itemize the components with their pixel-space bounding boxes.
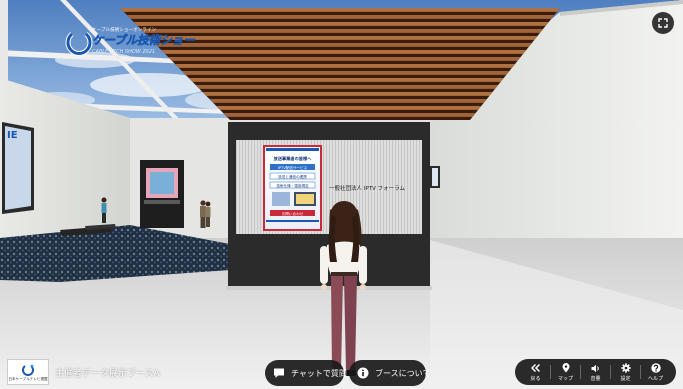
wall-sign-text: IE — [7, 130, 18, 141]
chat-question-button[interactable]: チャットで質問 — [265, 360, 347, 386]
volume-label: 音量 — [590, 376, 601, 382]
booth-poster[interactable]: 放送事業者の皆様へ IPTV配信サービス 放送と通信の連携 技術仕様・運用規定 … — [263, 145, 322, 231]
organizer-logo: 日本ケーブルテレビ連盟 — [7, 359, 49, 385]
booth-info-button[interactable]: ブースについて — [349, 360, 430, 386]
back-button[interactable]: 戻る — [521, 359, 550, 385]
logo-title: ケーブル技術ショー — [92, 33, 195, 47]
poster-heading: 放送事業者の皆様へ — [273, 155, 313, 162]
virtual-exhibition-viewport[interactable]: IE 放送事業者の皆様へ IPTV配信サービス 放送と通信の連携 技術仕様・運用… — [0, 0, 683, 389]
poster-line4: お問い合わせ — [282, 211, 304, 216]
poster-line1: IPTV配信サービス — [278, 165, 308, 170]
chat-question-label: チャットで質問 — [291, 368, 347, 378]
volume-icon — [591, 362, 601, 374]
poster-line2: 放送と通信の連携 — [278, 174, 307, 179]
fullscreen-button[interactable] — [652, 12, 674, 34]
display-kiosk — [140, 160, 184, 228]
help-button[interactable]: ヘルプ — [641, 359, 670, 385]
help-icon — [650, 362, 661, 374]
settings-label: 設定 — [620, 376, 631, 382]
back-icon — [531, 362, 540, 374]
booth-name: 一般社団法人 IPTV フォーラム — [329, 184, 405, 192]
volume-button[interactable]: 音量 — [581, 359, 610, 385]
menu-bar: 戻る マップ 音量 設定 ヘルプ — [515, 359, 676, 385]
visitor-avatar — [205, 201, 211, 227]
map-label: マップ — [557, 376, 573, 382]
logo-subtitle: CABLE TECH SHOW 2021 — [92, 49, 155, 55]
area-label: 主催者データ展示ブースA — [55, 368, 160, 379]
3d-scene[interactable]: IE 放送事業者の皆様へ IPTV配信サービス 放送と通信の連携 技術仕様・運用… — [0, 0, 683, 389]
organizer-logo-icon — [22, 364, 34, 376]
poster-line3: 技術仕様・運用規定 — [276, 183, 309, 188]
gear-icon — [620, 362, 631, 374]
fullscreen-icon — [658, 18, 668, 28]
back-label: 戻る — [530, 376, 541, 382]
booth-info-label: ブースについて — [375, 368, 431, 378]
visitor-avatar — [101, 197, 107, 223]
help-label: ヘルプ — [647, 376, 663, 382]
settings-button[interactable]: 設定 — [611, 359, 640, 385]
logo-tagline: ケーブル技術ショーオンライン — [92, 26, 156, 33]
map-pin-icon — [562, 362, 570, 374]
map-button[interactable]: マップ — [551, 359, 580, 385]
chat-icon — [273, 367, 285, 379]
info-icon — [357, 367, 369, 379]
organizer-logo-caption: 日本ケーブルテレビ連盟 — [8, 376, 48, 381]
bottom-left-info: 日本ケーブルテレビ連盟 主催者データ展示ブースA — [7, 359, 160, 385]
